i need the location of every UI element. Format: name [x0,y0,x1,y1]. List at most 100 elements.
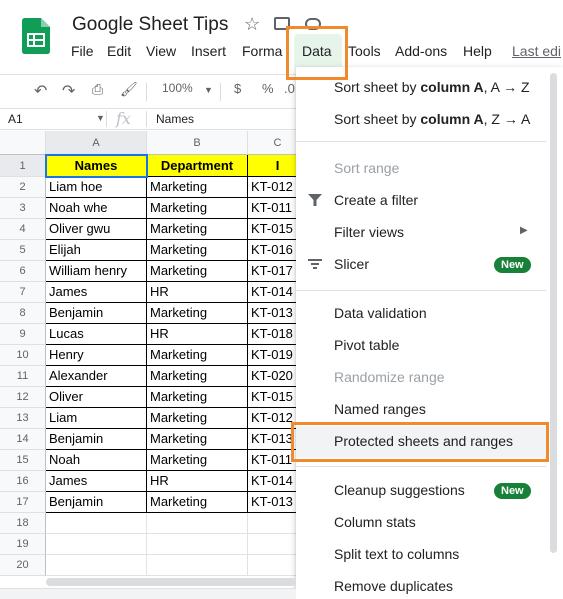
table-cell[interactable]: James [46,471,147,492]
header-cell[interactable]: Department [147,155,248,177]
menu-file[interactable]: File [71,43,94,59]
table-cell[interactable]: Marketing [147,219,248,240]
menu-remove-duplicates[interactable]: Remove duplicates [296,571,546,599]
select-all-corner[interactable] [0,131,46,155]
table-cell[interactable]: Alexander [46,366,147,387]
row-header[interactable]: 3 [0,198,46,219]
table-cell[interactable]: Oliver gwu [46,219,147,240]
header-cell[interactable]: Names [46,155,147,177]
menu-protected-sheets[interactable]: Protected sheets and ranges [296,426,546,458]
table-cell[interactable] [46,513,147,534]
row-header[interactable]: 7 [0,282,46,303]
table-cell[interactable]: Marketing [147,408,248,429]
menu-pivot-table[interactable]: Pivot table [296,330,546,362]
sheets-logo-icon[interactable] [22,18,50,54]
document-title[interactable]: Google Sheet Tips [72,14,228,36]
menu-view[interactable]: View [146,43,176,59]
table-cell[interactable]: Benjamin [46,303,147,324]
table-cell[interactable]: HR [147,471,248,492]
table-cell[interactable]: Oliver [46,387,147,408]
menu-tools[interactable]: Tools [348,43,381,59]
menu-help[interactable]: Help [463,43,492,59]
row-header[interactable]: 12 [0,387,46,408]
menu-edit[interactable]: Edit [107,43,131,59]
print-icon[interactable]: ⎙ [92,81,103,98]
row-header[interactable]: 6 [0,261,46,282]
row-header[interactable]: 15 [0,450,46,471]
table-cell[interactable] [147,513,248,534]
row-header[interactable]: 8 [0,303,46,324]
menu-cleanup-suggestions[interactable]: Cleanup suggestions New [296,475,546,507]
table-cell[interactable]: Noah whe [46,198,147,219]
row-header[interactable]: 19 [0,534,46,555]
row-header[interactable]: 16 [0,471,46,492]
menu-split-text[interactable]: Split text to columns [296,539,546,571]
table-cell[interactable]: Marketing [147,429,248,450]
table-cell[interactable] [147,534,248,555]
row-header[interactable]: 10 [0,345,46,366]
table-cell[interactable]: Marketing [147,492,248,513]
table-cell[interactable]: Marketing [147,450,248,471]
table-cell[interactable]: Liam hoe [46,177,147,198]
table-cell[interactable]: Marketing [147,303,248,324]
row-header[interactable]: 17 [0,492,46,513]
table-cell[interactable] [46,555,147,576]
menu-format[interactable]: Forma [242,43,282,59]
row-header[interactable]: 11 [0,366,46,387]
table-cell[interactable]: Marketing [147,345,248,366]
zoom-dropdown-icon[interactable]: ▼ [204,85,213,95]
menu-sort-a-z[interactable]: Sort sheet by column A, A → Z [296,72,546,104]
row-header[interactable]: 4 [0,219,46,240]
table-cell[interactable]: Marketing [147,387,248,408]
table-cell[interactable]: Benjamin [46,429,147,450]
menu-slicer[interactable]: Slicer New [296,249,546,281]
star-icon[interactable]: ☆ [244,14,260,35]
menu-create-filter[interactable]: Create a filter [296,185,546,217]
menu-data[interactable]: Data [302,43,332,59]
menu-scrollbar[interactable] [550,73,557,553]
undo-icon[interactable]: ↶ [34,81,47,101]
name-box-dropdown-icon[interactable]: ▼ [96,113,105,123]
table-cell[interactable]: HR [147,282,248,303]
menu-sort-z-a[interactable]: Sort sheet by column A, Z → A [296,104,546,136]
row-header[interactable]: 5 [0,240,46,261]
row-header[interactable]: 18 [0,513,46,534]
table-cell[interactable]: Marketing [147,198,248,219]
column-header-b[interactable]: B [147,131,248,155]
table-cell[interactable] [46,534,147,555]
column-header-a[interactable]: A [46,131,147,155]
menu-insert[interactable]: Insert [191,43,226,59]
row-header[interactable]: 9 [0,324,46,345]
horizontal-scrollbar[interactable] [46,578,296,586]
menu-addons[interactable]: Add-ons [395,43,447,59]
row-header[interactable]: 13 [0,408,46,429]
row-header[interactable]: 14 [0,429,46,450]
last-edit-link[interactable]: Last edi [512,43,561,59]
decimal-decrease-button[interactable]: .0 [284,81,295,96]
formula-input[interactable]: Names [156,112,194,126]
move-to-folder-icon[interactable] [274,17,290,30]
zoom-select[interactable]: 100% [162,81,193,95]
table-cell[interactable]: Marketing [147,240,248,261]
table-cell[interactable]: Marketing [147,366,248,387]
table-cell[interactable]: Noah [46,450,147,471]
row-header[interactable]: 2 [0,177,46,198]
row-header[interactable]: 20 [0,555,46,576]
table-cell[interactable]: James [46,282,147,303]
table-cell[interactable]: William henry [46,261,147,282]
table-cell[interactable]: Marketing [147,261,248,282]
table-cell[interactable] [147,555,248,576]
table-cell[interactable]: Elijah [46,240,147,261]
menu-named-ranges[interactable]: Named ranges [296,394,546,426]
table-cell[interactable]: Marketing [147,177,248,198]
table-cell[interactable]: Lucas [46,324,147,345]
menu-filter-views[interactable]: Filter views ▶ [296,217,546,249]
table-cell[interactable]: Liam [46,408,147,429]
row-header[interactable]: 1 [0,155,46,177]
table-cell[interactable]: HR [147,324,248,345]
percent-format-button[interactable]: % [262,81,274,96]
name-box[interactable]: A1 [8,112,23,126]
redo-icon[interactable]: ↷ [62,81,75,101]
table-cell[interactable]: Benjamin [46,492,147,513]
cloud-status-icon[interactable] [305,18,321,30]
